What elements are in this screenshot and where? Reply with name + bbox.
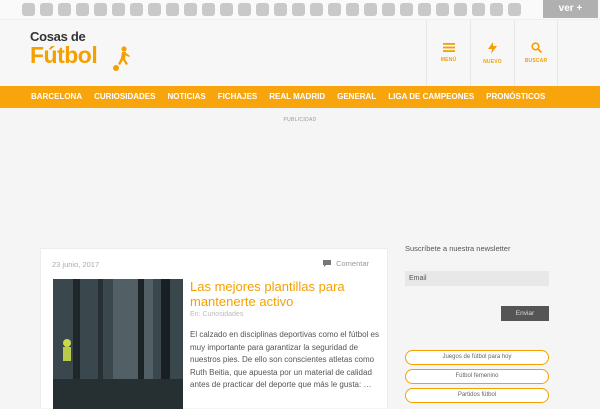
- main-nav: BARCELONA CURIOSIDADES NOTICIAS FICHAJES…: [0, 86, 600, 108]
- article-title[interactable]: Las mejores plantillas para mantenerte a…: [190, 279, 380, 309]
- menu-icon: [442, 43, 455, 52]
- sport-icon[interactable]: [184, 3, 197, 16]
- forest-runner-image: [53, 279, 183, 409]
- comment-link[interactable]: Comentar: [323, 259, 369, 268]
- sport-icon[interactable]: [112, 3, 125, 16]
- sport-icon[interactable]: [76, 3, 89, 16]
- site-logo[interactable]: Cosas de Fútbol: [30, 30, 130, 71]
- email-field[interactable]: Email: [405, 271, 549, 286]
- sport-icon[interactable]: [364, 3, 377, 16]
- logo-line2: Fútbol: [30, 42, 98, 68]
- site-header: Cosas de Fútbol MENÚ NUEVO BUSCAR: [0, 20, 600, 86]
- tag-button[interactable]: Partidos fútbol: [405, 388, 549, 403]
- sport-icon[interactable]: [148, 3, 161, 16]
- sport-icons-bar: ver +: [0, 0, 600, 20]
- sport-icon[interactable]: [382, 3, 395, 16]
- article-card: 23 junio, 2017 Comentar Las mejores plan…: [40, 248, 388, 409]
- sport-icon[interactable]: [130, 3, 143, 16]
- nav-item-fichajes[interactable]: FICHAJES: [212, 86, 264, 108]
- sport-icon[interactable]: [310, 3, 323, 16]
- sport-icon[interactable]: [508, 3, 521, 16]
- new-button[interactable]: NUEVO: [470, 20, 514, 86]
- sport-icons: [22, 3, 521, 16]
- tag-button[interactable]: Juegos de fútbol para hoy: [405, 350, 549, 365]
- article-category: En: Curiosidades: [190, 311, 243, 318]
- nav-item-curiosidades[interactable]: CURIOSIDADES: [88, 86, 161, 108]
- nav-item-barcelona[interactable]: BARCELONA: [25, 86, 88, 108]
- sport-icon[interactable]: [58, 3, 71, 16]
- sport-icon[interactable]: [40, 3, 53, 16]
- sport-icon[interactable]: [418, 3, 431, 16]
- nav-item-general[interactable]: GENERAL: [331, 86, 382, 108]
- nav-item-real-madrid[interactable]: REAL MADRID: [263, 86, 331, 108]
- ad-label: PUBLICIDAD: [283, 117, 317, 123]
- sport-icon[interactable]: [400, 3, 413, 16]
- sidebar: Suscríbete a nuestra newsletter Email En…: [405, 244, 555, 403]
- menu-label: MENÚ: [440, 57, 457, 63]
- sport-icon[interactable]: [274, 3, 287, 16]
- category-prefix: En:: [190, 311, 201, 318]
- sport-icon[interactable]: [472, 3, 485, 16]
- sport-icon[interactable]: [292, 3, 305, 16]
- nav-item-pronosticos[interactable]: PRONÓSTICOS: [480, 86, 551, 108]
- lightning-icon: [488, 41, 497, 54]
- sport-icon[interactable]: [256, 3, 269, 16]
- sport-icon[interactable]: [328, 3, 341, 16]
- sport-icon[interactable]: [94, 3, 107, 16]
- sport-icon[interactable]: [346, 3, 359, 16]
- article-excerpt: El calzado en disciplinas deportivas com…: [190, 330, 379, 389]
- tag-button[interactable]: Fútbol femenino: [405, 369, 549, 384]
- menu-button[interactable]: MENÚ: [426, 20, 470, 86]
- ver-more-button[interactable]: ver +: [543, 0, 598, 18]
- sport-icon[interactable]: [202, 3, 215, 16]
- sport-icon[interactable]: [220, 3, 233, 16]
- category-link[interactable]: Curiosidades: [202, 311, 243, 318]
- sport-icon[interactable]: [22, 3, 35, 16]
- sport-icon[interactable]: [238, 3, 251, 16]
- nav-item-liga-de-campeones[interactable]: LIGA DE CAMPEONES: [382, 86, 480, 108]
- article-date: 23 junio, 2017: [52, 260, 100, 269]
- footballer-icon: [113, 46, 130, 71]
- send-button[interactable]: Enviar: [501, 306, 549, 321]
- new-label: NUEVO: [483, 58, 502, 65]
- sport-icon[interactable]: [454, 3, 467, 16]
- newsletter-title: Suscríbete a nuestra newsletter: [405, 244, 511, 253]
- article-thumbnail[interactable]: [53, 279, 183, 409]
- sport-icon[interactable]: [166, 3, 179, 16]
- comment-label: Comentar: [336, 259, 369, 268]
- search-label: BUSCAR: [524, 58, 548, 64]
- search-button[interactable]: BUSCAR: [514, 20, 558, 86]
- search-icon: [530, 42, 542, 53]
- nav-item-noticias[interactable]: NOTICIAS: [161, 86, 211, 108]
- tag-list: Juegos de fútbol para hoy Fútbol femenin…: [405, 350, 549, 403]
- sport-icon[interactable]: [436, 3, 449, 16]
- comment-icon: [323, 260, 332, 267]
- header-buttons: MENÚ NUEVO BUSCAR: [426, 20, 558, 86]
- sport-icon[interactable]: [490, 3, 503, 16]
